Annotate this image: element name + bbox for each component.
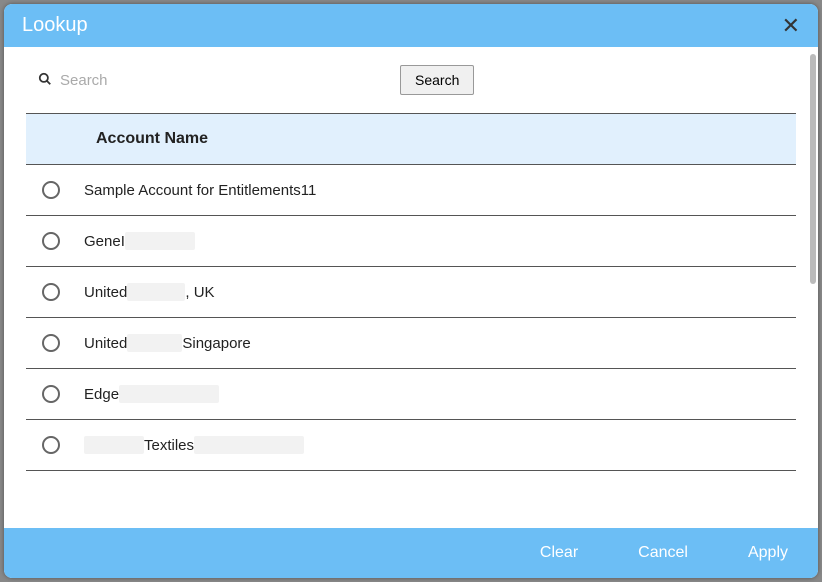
cell-text: Sample Account for Entitlements11	[84, 182, 316, 199]
column-header-account-name: Account Name	[26, 113, 796, 165]
lookup-dialog: Lookup ✕ Search Account Name Sample Acco…	[4, 4, 818, 578]
radio-select[interactable]	[42, 232, 60, 250]
table-row[interactable]: Sample Account for Entitlements11	[26, 165, 796, 216]
table-row[interactable]: Textiles	[26, 420, 796, 471]
dialog-header: Lookup ✕	[4, 4, 818, 47]
scrollbar[interactable]	[810, 54, 816, 284]
redacted-segment	[127, 334, 182, 352]
redacted-segment	[125, 232, 195, 250]
account-name-cell: United Singapore	[84, 334, 251, 352]
radio-select[interactable]	[42, 385, 60, 403]
dialog-body: Search Account Name Sample Account for E…	[4, 47, 818, 528]
search-button[interactable]: Search	[400, 65, 474, 95]
radio-select[interactable]	[42, 283, 60, 301]
apply-button[interactable]: Apply	[748, 544, 788, 562]
cell-text: Singapore	[182, 335, 250, 352]
account-name-cell: GeneI	[84, 232, 195, 250]
account-name-cell: Sample Account for Entitlements11	[84, 182, 316, 199]
redacted-segment	[84, 436, 144, 454]
dialog-footer: Clear Cancel Apply	[4, 528, 818, 578]
account-name-cell: Textiles	[84, 436, 304, 454]
search-input[interactable]	[60, 72, 380, 89]
search-field	[38, 72, 380, 89]
cell-text: United	[84, 284, 127, 301]
cancel-button[interactable]: Cancel	[638, 544, 688, 562]
table-row[interactable]: GeneI	[26, 216, 796, 267]
table-row[interactable]: Edge	[26, 369, 796, 420]
dialog-title: Lookup	[22, 14, 88, 37]
radio-select[interactable]	[42, 334, 60, 352]
redacted-segment	[194, 436, 304, 454]
search-icon	[38, 72, 52, 89]
cell-text: United	[84, 335, 127, 352]
close-icon[interactable]: ✕	[782, 15, 800, 37]
search-row: Search	[4, 47, 818, 113]
redacted-segment	[127, 283, 185, 301]
radio-select[interactable]	[42, 436, 60, 454]
radio-select[interactable]	[42, 181, 60, 199]
cell-text: Textiles	[144, 437, 194, 454]
account-name-cell: Edge	[84, 385, 219, 403]
cell-text: , UK	[185, 284, 214, 301]
cell-text: Edge	[84, 386, 119, 403]
table-row[interactable]: United Singapore	[26, 318, 796, 369]
account-name-cell: United , UK	[84, 283, 215, 301]
redacted-segment	[119, 385, 219, 403]
cell-text: GeneI	[84, 233, 125, 250]
clear-button[interactable]: Clear	[540, 544, 578, 562]
results-table: Account Name Sample Account for Entitlem…	[4, 113, 818, 471]
table-row[interactable]: United , UK	[26, 267, 796, 318]
